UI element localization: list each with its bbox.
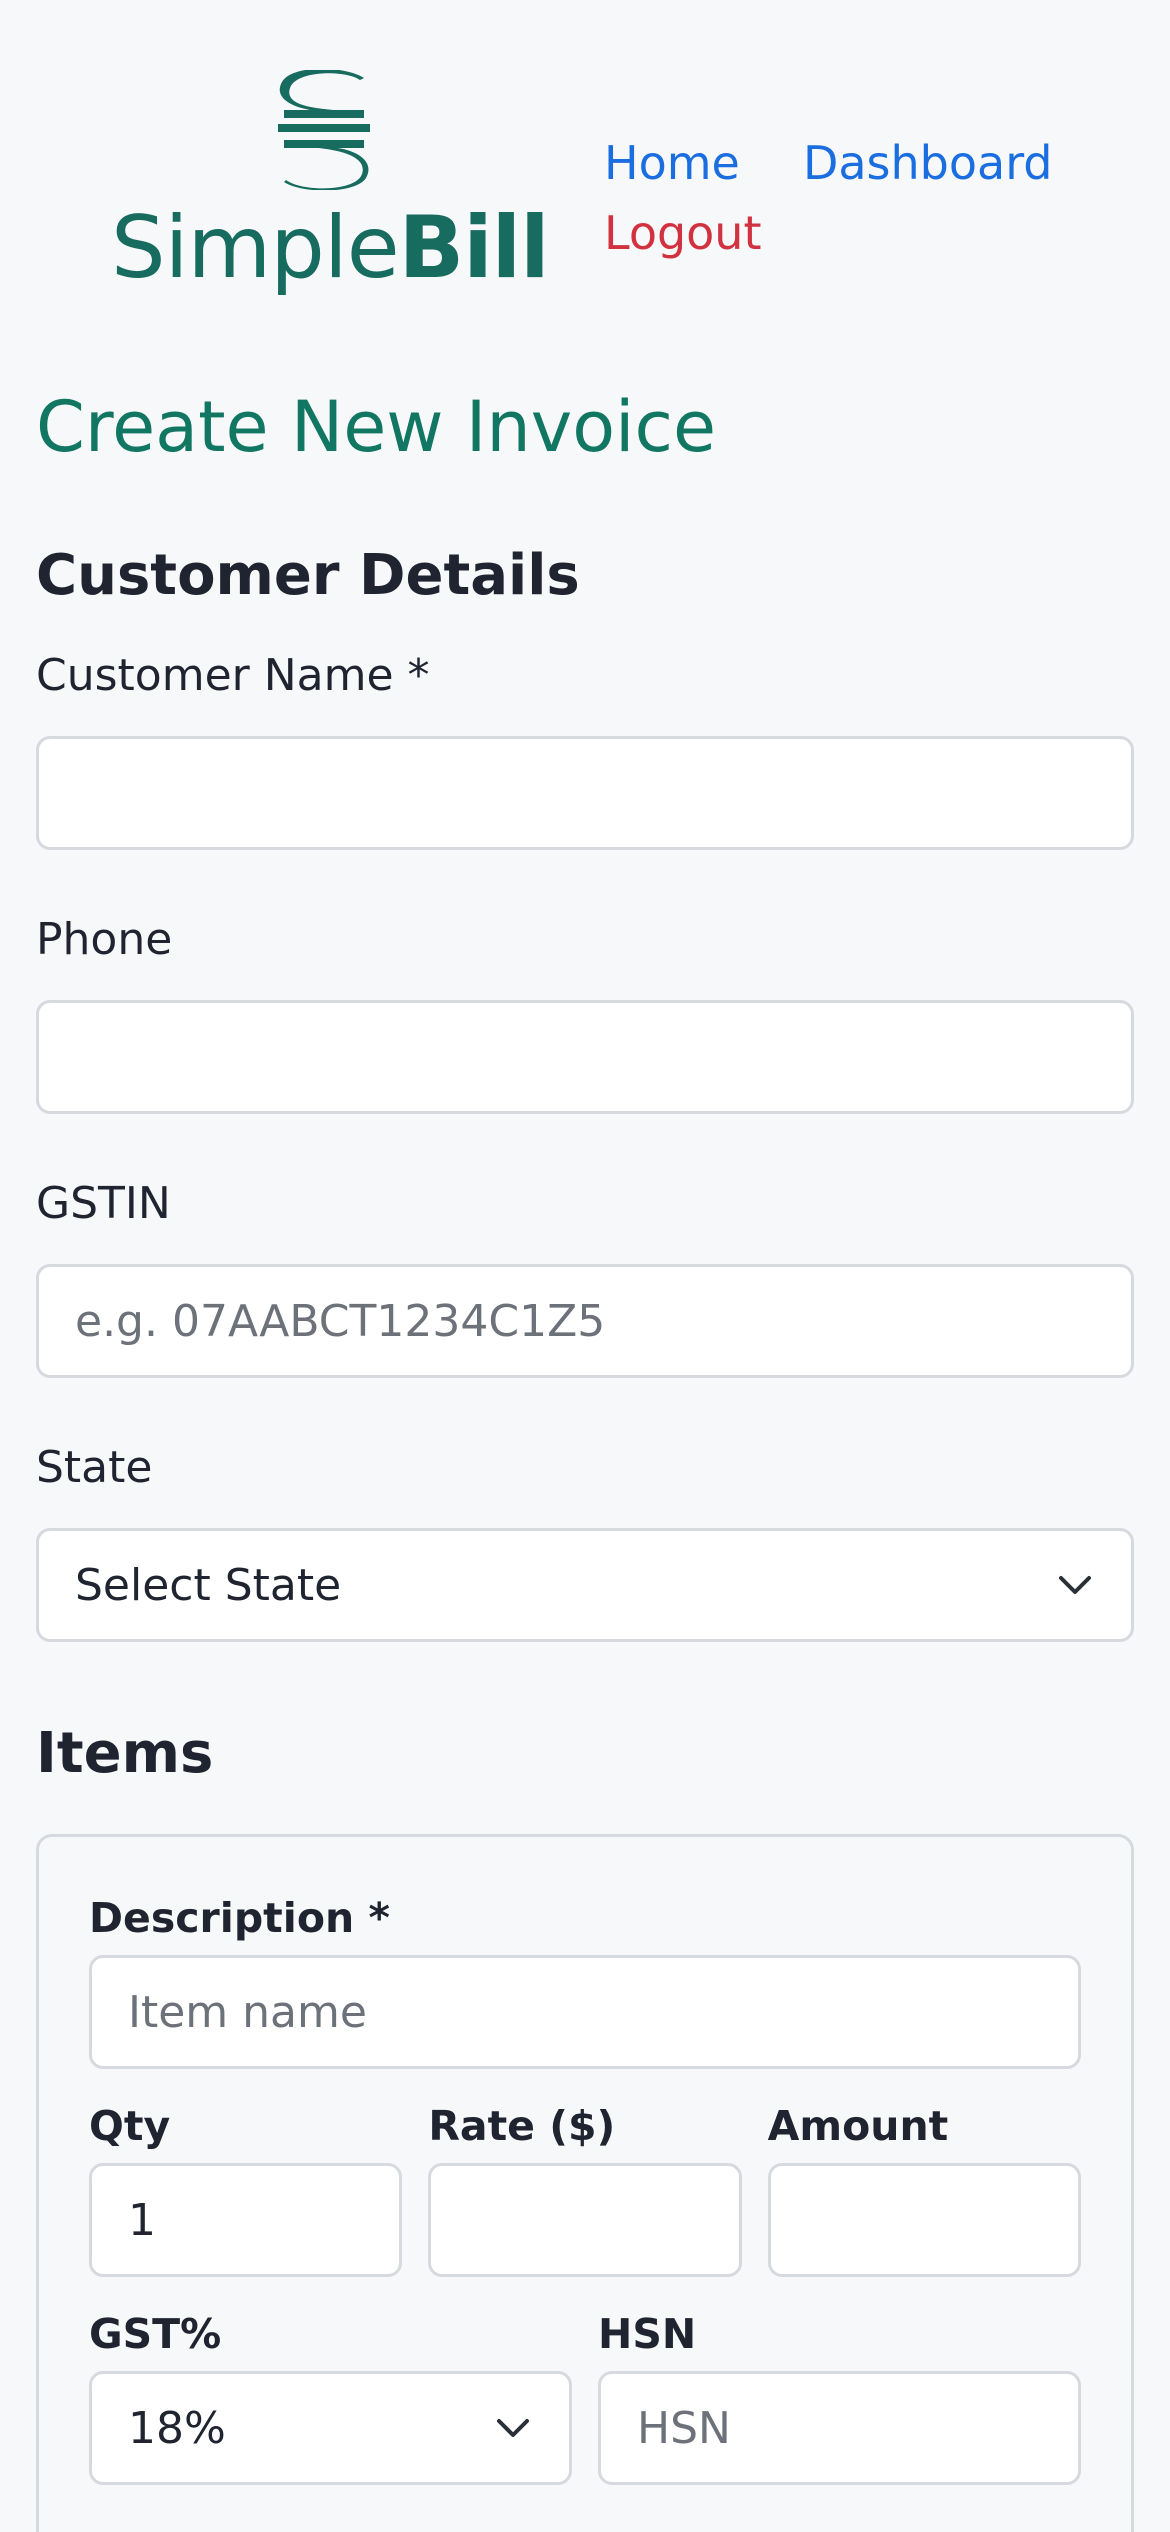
state-group: State Select State bbox=[36, 1438, 1134, 1642]
qty-group: Qty 1 bbox=[89, 2099, 403, 2277]
amount-input[interactable] bbox=[767, 2163, 1081, 2277]
qty-value: 1 bbox=[128, 2194, 156, 2246]
gst-label: GST% bbox=[89, 2310, 222, 2358]
description-input[interactable]: Item name bbox=[89, 1955, 1081, 2069]
gstin-group: GSTIN e.g. 07AABCT1234C1Z5 bbox=[36, 1174, 1134, 1378]
gst-group: GST% 18% bbox=[89, 2307, 572, 2485]
customer-name-group: Customer Name * bbox=[36, 646, 1134, 850]
qty-rate-amount-row: Qty 1 Rate ($) Amount bbox=[89, 2099, 1081, 2277]
state-label: State bbox=[36, 1442, 153, 1493]
brand-name-bold: Bill bbox=[398, 198, 550, 298]
brand-name-light: Simple bbox=[111, 198, 400, 298]
gstin-input[interactable]: e.g. 07AABCT1234C1Z5 bbox=[36, 1264, 1134, 1378]
amount-group: Amount bbox=[767, 2099, 1081, 2277]
phone-group: Phone bbox=[36, 910, 1134, 1114]
phone-input[interactable] bbox=[36, 1000, 1134, 1114]
qty-input[interactable]: 1 bbox=[89, 2163, 403, 2277]
page-title: Create New Invoice bbox=[36, 386, 717, 468]
gstin-placeholder: e.g. 07AABCT1234C1Z5 bbox=[75, 1295, 606, 1347]
description-placeholder: Item name bbox=[128, 1986, 367, 2038]
brand-logo[interactable]: SimpleBill bbox=[111, 70, 571, 310]
hsn-label: HSN bbox=[598, 2310, 697, 2358]
nav-dashboard-link[interactable]: Dashboard bbox=[803, 128, 1053, 198]
description-label: Description * bbox=[89, 1894, 390, 1942]
description-group: Description * Item name bbox=[89, 1891, 1081, 2069]
state-select[interactable]: Select State bbox=[36, 1528, 1134, 1642]
phone-label: Phone bbox=[36, 914, 173, 965]
gst-hsn-row: GST% 18% HSN HSN bbox=[89, 2307, 1081, 2485]
simplebill-logo-icon bbox=[278, 70, 370, 190]
nav-home-link[interactable]: Home bbox=[604, 128, 740, 198]
rate-group: Rate ($) bbox=[428, 2099, 742, 2277]
chevron-down-icon bbox=[1059, 1576, 1091, 1594]
gstin-label: GSTIN bbox=[36, 1178, 171, 1229]
gst-selected-value: 18% bbox=[128, 2402, 226, 2454]
item-card: Description * Item name Qty 1 Rate ($) A… bbox=[36, 1834, 1134, 2532]
chevron-down-icon bbox=[497, 2419, 529, 2437]
customer-name-label: Customer Name * bbox=[36, 650, 430, 701]
customer-name-input[interactable] bbox=[36, 736, 1134, 850]
rate-input[interactable] bbox=[428, 2163, 742, 2277]
hsn-input[interactable]: HSN bbox=[598, 2371, 1081, 2485]
nav-logout-link[interactable]: Logout bbox=[604, 198, 1164, 268]
brand-name: SimpleBill bbox=[111, 198, 550, 298]
amount-label: Amount bbox=[767, 2102, 949, 2150]
state-selected-value: Select State bbox=[75, 1559, 342, 1611]
header: SimpleBill Home Dashboard Logout bbox=[36, 0, 1134, 340]
qty-label: Qty bbox=[89, 2102, 171, 2150]
hsn-placeholder: HSN bbox=[637, 2402, 731, 2454]
customer-details-heading: Customer Details bbox=[36, 543, 580, 608]
top-nav: Home Dashboard Logout bbox=[604, 128, 1164, 268]
gst-select[interactable]: 18% bbox=[89, 2371, 572, 2485]
page: SimpleBill Home Dashboard Logout Create … bbox=[0, 0, 1170, 2532]
hsn-group: HSN HSN bbox=[598, 2307, 1081, 2485]
rate-label: Rate ($) bbox=[428, 2102, 616, 2150]
items-heading: Items bbox=[36, 1721, 214, 1786]
